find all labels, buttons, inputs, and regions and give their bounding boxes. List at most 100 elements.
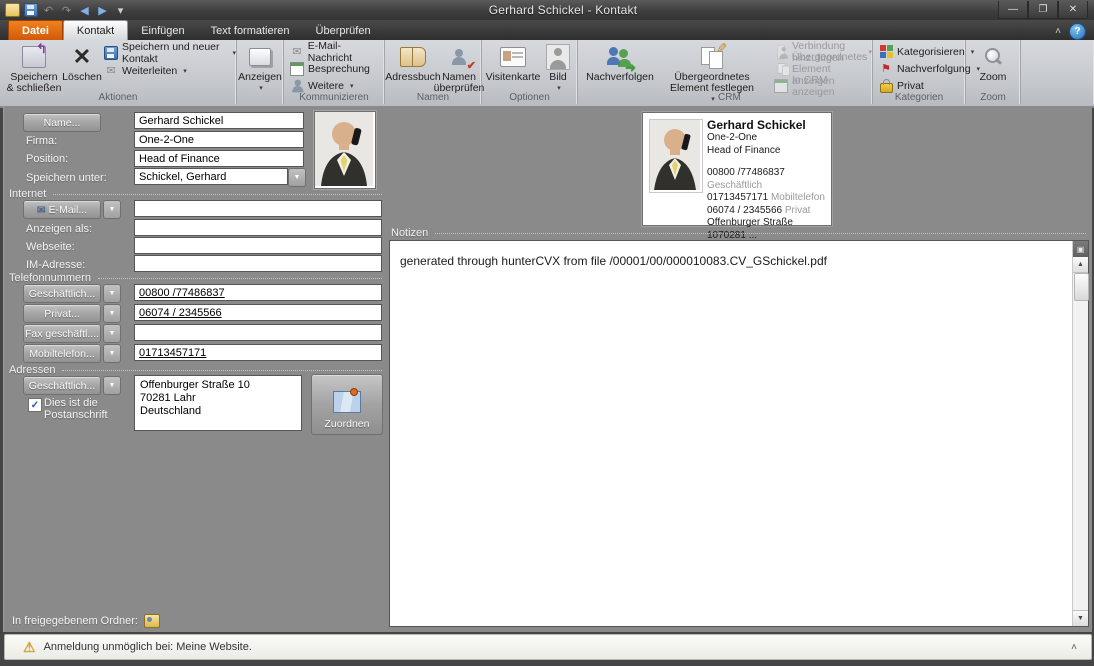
file-as-dropdown-icon[interactable]: ▼ [288,168,306,187]
anzeigen-button[interactable]: Anzeigen▾ [240,42,280,94]
shared-folder-icon [144,614,160,628]
meeting-button[interactable]: Besprechung [290,60,370,77]
group-anzeigen: Anzeigen▾ [237,40,284,104]
map-it-button[interactable]: Zuordnen [311,374,383,435]
zoom-button[interactable]: Zoom [974,42,1012,83]
forward-button[interactable]: ✉ Weiterleiten▾ [104,62,187,79]
section-phones: Telefonnummern [9,272,382,284]
save-close-button[interactable]: Speichern & schließen [6,42,62,94]
next-item-icon[interactable]: ▶ [95,3,110,17]
phone-fax-button[interactable]: Fax geschäftl.... [23,324,101,343]
display-as-input[interactable] [134,219,382,236]
address-business-button[interactable]: Geschäftlich... [23,376,101,395]
contact-photo[interactable] [314,111,376,189]
contact-form: Name... Firma: Position: Speichern unter… [3,106,1092,632]
delete-button[interactable]: ✕ Löschen [62,42,102,83]
file-as-combobox[interactable] [134,168,288,185]
phone-fax-dropdown-icon[interactable]: ▼ [103,324,121,343]
minimize-ribbon-icon[interactable]: ˄ [1055,26,1061,37]
notes-scrollbar[interactable]: ▣ ▲ ▼ [1072,241,1088,626]
group-namen: Adressbuch ✔ Namen überprüfen Namen [385,40,482,104]
address-business-dropdown-icon[interactable]: ▼ [103,376,121,395]
notes-options-icon[interactable]: ▣ [1073,241,1088,258]
outlook-contact-window: ↶ ↷ ◀ ▶ ▾ Gerhard Schickel - Kontakt — ❐… [0,0,1094,666]
webpage-label: Webseite: [26,241,75,253]
group-zoom: Zoom Zoom [966,40,1021,104]
business-card-preview[interactable]: Gerhard Schickel One-2-One Head of Finan… [642,112,832,226]
tab-datei[interactable]: Datei [8,20,63,40]
card-phone-line: 06074 / 2345566 Privat [707,205,827,218]
phone-business-button[interactable]: Geschäftlich... [23,284,101,303]
email-dropdown-icon[interactable]: ▼ [103,200,121,219]
customize-qat-icon[interactable]: ▾ [113,3,128,17]
delete-icon: ✕ [69,44,95,70]
phone-fax-input[interactable] [134,324,382,341]
tab-text-formatieren[interactable]: Text formatieren [198,21,303,40]
scroll-thumb[interactable] [1074,273,1089,301]
group-kommunizieren: ✉ E-Mail-Nachricht Besprechung Weitere▾ … [284,40,385,104]
save-icon[interactable] [23,3,38,17]
email-input[interactable] [134,200,382,217]
previous-item-icon[interactable]: ◀ [77,3,92,17]
position-input[interactable] [134,150,304,167]
phone-private-dropdown-icon[interactable]: ▼ [103,304,121,323]
email-message-button[interactable]: ✉ E-Mail-Nachricht [290,43,384,60]
show-parent-icon [774,62,788,76]
phone-business-input[interactable] [134,284,382,301]
mailing-address-checkbox[interactable]: ✓ [28,398,42,412]
card-photo-image [650,120,700,190]
card-phone-line: 00800 /77486837 Geschäftlich [707,167,827,192]
company-input[interactable] [134,131,304,148]
webpage-input[interactable] [134,237,382,254]
app-icon[interactable] [5,3,20,17]
phone-business-dropdown-icon[interactable]: ▼ [103,284,121,303]
close-button[interactable]: ✕ [1058,1,1088,19]
tab-einfuegen[interactable]: Einfügen [128,21,197,40]
track-button[interactable]: ➜ Nachverfolgen [582,42,658,83]
phone-private-input[interactable] [134,304,382,321]
track-icon: ➜ [607,44,633,70]
email-button[interactable]: ✉E-Mail... [23,200,101,219]
zoom-icon [980,44,1006,70]
undo-icon[interactable]: ↶ [41,3,56,17]
save-new-contact-button[interactable]: Speichern und neuer Kontakt▾ [104,44,236,61]
more-icon [290,79,304,93]
mailing-address-label: Dies ist die Postanschrift [44,397,136,421]
phone-mobile-dropdown-icon[interactable]: ▼ [103,344,121,363]
map-icon [333,391,361,413]
group-label-crm: CRM [578,92,872,103]
add-connection-icon [774,45,788,59]
im-label: IM-Adresse: [26,259,85,271]
notes-area[interactable]: generated through hunterCVX from file /0… [389,240,1089,627]
info-bar-text: Anmeldung unmöglich bei: Meine Website. [44,641,252,653]
business-card-button[interactable]: Visitenkarte [485,42,541,83]
address-textarea[interactable]: Offenburger Straße 10 70281 Lahr Deutsch… [134,375,302,431]
categorize-button[interactable]: Kategorisieren▾ [879,43,974,60]
addressbook-button[interactable]: Adressbuch [387,42,439,83]
group-label-optionen: Optionen [482,92,577,103]
picture-icon [545,44,571,70]
phone-mobile-button[interactable]: Mobiltelefon... [23,344,101,363]
name-button[interactable]: Name... [23,113,101,132]
email-icon: ✉ [290,45,304,59]
im-input[interactable] [134,255,382,272]
tab-kontakt[interactable]: Kontakt [63,20,128,40]
ribbon-tab-row: Datei Kontakt Einfügen Text formatieren … [0,20,1094,40]
scroll-down-icon[interactable]: ▼ [1073,610,1088,626]
collapse-infobar-icon[interactable]: ˄ [1071,642,1077,653]
scroll-up-icon[interactable]: ▲ [1073,257,1088,273]
name-input[interactable] [134,112,304,129]
help-icon[interactable]: ? [1069,23,1086,40]
card-name: Gerhard Schickel [707,118,827,132]
phone-mobile-input[interactable] [134,344,382,361]
save-new-icon [104,46,118,60]
check-names-button[interactable]: ✔ Namen überprüfen [437,42,481,94]
minimize-button[interactable]: — [998,1,1028,19]
redo-icon[interactable]: ↷ [59,3,74,17]
group-aktionen: Speichern & schließen ✕ Löschen Speicher… [0,40,237,104]
followup-button[interactable]: ⚑ Nachverfolgung▾ [879,60,980,77]
restore-button[interactable]: ❐ [1028,1,1058,19]
phone-private-button[interactable]: Privat... [23,304,101,323]
picture-button[interactable]: Bild▾ [542,42,574,94]
tab-ueberpruefen[interactable]: Überprüfen [303,21,384,40]
